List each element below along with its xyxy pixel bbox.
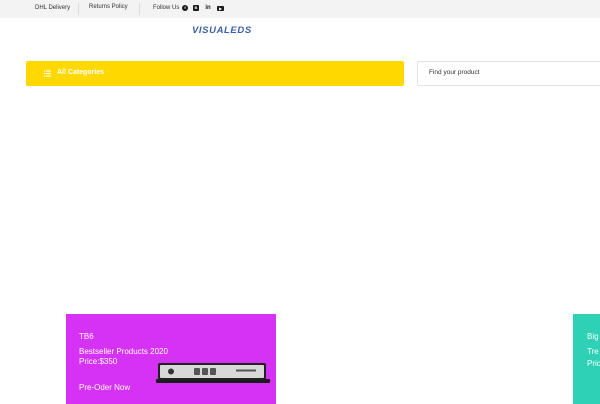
site-logo[interactable]: VISUALEDS (192, 25, 252, 36)
divider (139, 3, 140, 15)
linkedin-icon[interactable]: in (205, 5, 211, 11)
search-input[interactable] (429, 69, 589, 76)
returns-policy-link[interactable]: Returns Policy (89, 4, 128, 10)
facebook-icon[interactable]: f (182, 5, 188, 11)
promo-price: Price:$350 (79, 357, 118, 366)
promo-partial-line1: Big (587, 332, 599, 341)
promo-partial-line2: Tre (587, 347, 599, 356)
promo-banner-tb6[interactable]: TB6 Bestseller Products 2020 Price:$350 … (66, 314, 276, 404)
follow-us-label: Follow Us (153, 5, 180, 11)
promo-model: TB6 (79, 332, 94, 341)
blogger-icon[interactable]: B (193, 5, 199, 11)
top-bar: DHL Delivery Returns Policy Follow Us f … (0, 0, 600, 18)
promo-partial-line3: Pric (587, 359, 600, 368)
list-menu-icon (44, 70, 51, 77)
search-box[interactable] (417, 61, 600, 86)
promo-headline: Bestseller Products 2020 (79, 347, 168, 356)
all-categories-label: All Categories (57, 69, 105, 76)
media-player-device-image (156, 363, 270, 383)
dhl-delivery-link[interactable]: DHL Delivery (35, 5, 70, 11)
promo-banner-partial[interactable]: Big Tre Pric (573, 314, 600, 404)
promo-cta[interactable]: Pre-Oder Now (79, 383, 130, 392)
youtube-icon[interactable]: ▶ (217, 5, 224, 11)
all-categories-button[interactable]: All Categories (26, 61, 404, 86)
divider (78, 3, 79, 15)
